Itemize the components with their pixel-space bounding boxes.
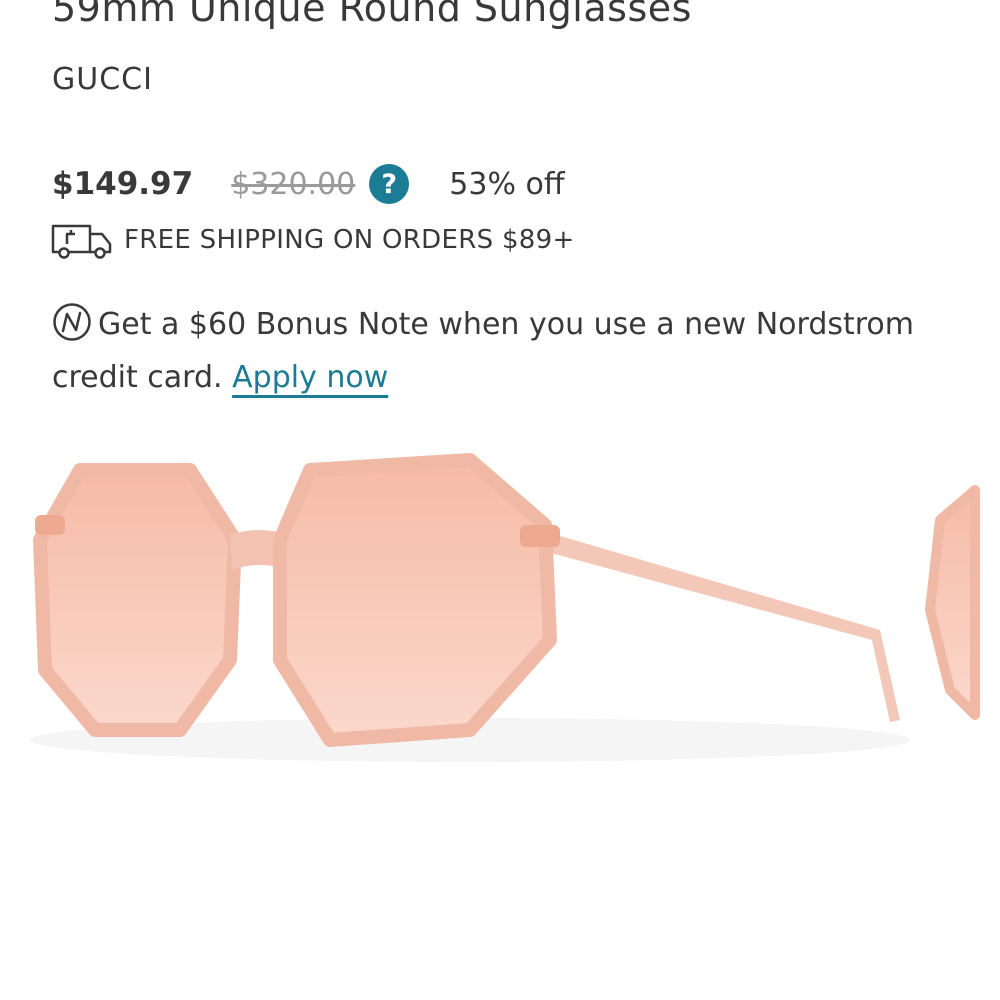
original-price: $320.00	[231, 166, 356, 202]
price-row: $149.97 $320.00 ? 53% off	[52, 162, 565, 206]
truck-icon	[51, 224, 112, 259]
sale-price: $149.97	[52, 166, 194, 202]
bonus-note-promo: Get a $60 Bonus Note when you use a new …	[52, 298, 952, 404]
apply-now-link[interactable]: Apply now	[232, 360, 388, 395]
product-image[interactable]	[0, 430, 1000, 1000]
nordstrom-note-icon	[53, 303, 91, 341]
question-mark-icon[interactable]: ?	[369, 164, 410, 204]
brand-name[interactable]: GUCCI	[52, 62, 153, 97]
free-shipping-text: FREE SHIPPING ON ORDERS $89+	[124, 225, 575, 255]
product-title: 59mm Unique Round Sunglasses	[52, 0, 692, 30]
promo-text: Get a $60 Bonus Note when you use a new …	[52, 307, 915, 395]
discount-label: 53% off	[449, 166, 565, 202]
shipping-row: FREE SHIPPING ON ORDERS $89+	[50, 220, 575, 260]
